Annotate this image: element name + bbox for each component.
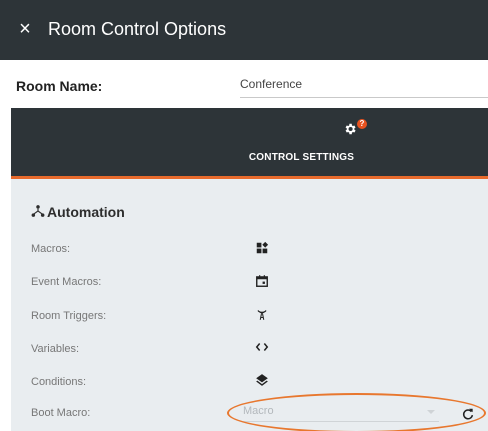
boot-macro-select[interactable]: Macro [243,403,439,422]
widgets-icon[interactable] [255,241,269,255]
code-brackets-icon[interactable] [255,340,269,354]
macros-label: Macros: [31,243,71,255]
calendar-icon[interactable] [255,274,269,288]
event-macros-label: Event Macros: [31,276,102,288]
dialog-titlebar: × Room Control Options [0,0,488,60]
room-triggers-label: Room Triggers: [31,310,107,322]
tab-label: CONTROL SETTINGS [248,152,355,163]
layers-icon[interactable] [255,373,269,387]
help-badge-icon[interactable]: ? [357,119,367,129]
settings-tabbar: ? CONTROL SETTINGS [11,108,488,179]
boot-macro-placeholder: Macro [243,405,274,417]
room-name-label: Room Name: [16,78,103,94]
room-control-options-dialog: × Room Control Options Room Name: Confer… [0,0,488,431]
boot-macro-label: Boot Macro: [31,407,91,419]
section-title: Automation [47,204,125,220]
automation-panel: Automation Macros: Event Macros: Room Tr… [11,179,488,431]
refresh-icon[interactable] [461,407,475,421]
conditions-label: Conditions: [31,376,87,388]
gear-icon [345,123,356,135]
variables-label: Variables: [31,343,80,355]
dialog-title: Room Control Options [48,19,227,39]
broadcast-antenna-icon[interactable] [255,307,269,321]
close-icon[interactable]: × [14,17,36,41]
automation-nodes-icon [31,205,45,217]
chevron-down-icon [427,410,435,414]
room-name-row: Room Name: Conference [0,66,488,102]
room-name-field[interactable]: Conference [240,77,488,98]
tab-control-settings[interactable]: ? CONTROL SETTINGS [11,108,488,176]
